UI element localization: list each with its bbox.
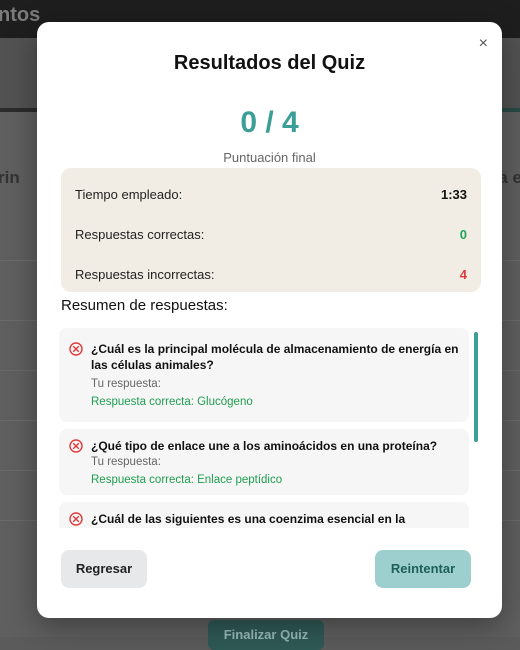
- back-button[interactable]: Regresar: [61, 550, 147, 588]
- your-answer-label: Tu respuesta:: [91, 378, 161, 390]
- final-score-label: Puntuación final: [223, 150, 316, 165]
- incorrect-icon: [69, 439, 83, 453]
- answer-card: ¿Cuál de las siguientes es una coenzima …: [59, 502, 469, 528]
- stat-time-value: 1:33: [440, 187, 467, 202]
- answer-question: ¿Cuál de las siguientes es una coenzima …: [91, 512, 406, 526]
- stat-label: Respuestas incorrectas:: [75, 267, 215, 282]
- background-heading-fragment: rin: [0, 168, 20, 187]
- stat-label: Respuestas correctas:: [75, 227, 205, 242]
- app-title: ntos: [0, 4, 41, 26]
- summary-title: Resumen de respuestas:: [61, 297, 228, 314]
- answer-question: ¿Cuál es la principal molécula de almace…: [91, 342, 459, 372]
- correct-answer: Respuesta correcta: Glucógeno: [91, 396, 253, 408]
- stat-incorrect-row: Respuestas incorrectas: 4: [75, 267, 467, 282]
- answer-card: ¿Qué tipo de enlace une a los aminoácido…: [59, 429, 469, 495]
- incorrect-icon: [69, 342, 83, 356]
- stat-correct-value: 0: [459, 227, 467, 242]
- stat-time-row: Tiempo empleado: 1:33: [75, 187, 467, 202]
- answer-card: ¿Cuál es la principal molécula de almace…: [59, 328, 469, 422]
- stat-incorrect-value: 4: [459, 267, 467, 282]
- stats-panel: Tiempo empleado: 1:33 Respuestas correct…: [61, 168, 481, 292]
- incorrect-icon: [69, 512, 83, 526]
- final-score: 0 / 4: [240, 106, 299, 139]
- background-finish-button: Finalizar Quiz: [208, 620, 324, 650]
- results-modal: × Resultados del Quiz 0 / 4 Puntuación f…: [37, 22, 502, 618]
- correct-answer: Respuesta correcta: Enlace peptídico: [91, 474, 283, 486]
- stat-correct-row: Respuestas correctas: 0: [75, 227, 467, 242]
- stat-label: Tiempo empleado:: [75, 187, 183, 202]
- answers-list[interactable]: ¿Cuál es la principal molécula de almace…: [59, 328, 481, 528]
- answer-question: ¿Qué tipo de enlace une a los aminoácido…: [91, 439, 438, 453]
- close-icon[interactable]: ×: [479, 36, 488, 52]
- retry-button[interactable]: Reintentar: [375, 550, 471, 588]
- your-answer-label: Tu respuesta:: [91, 456, 161, 468]
- modal-title: Resultados del Quiz: [173, 52, 366, 74]
- scrollbar[interactable]: [474, 332, 478, 442]
